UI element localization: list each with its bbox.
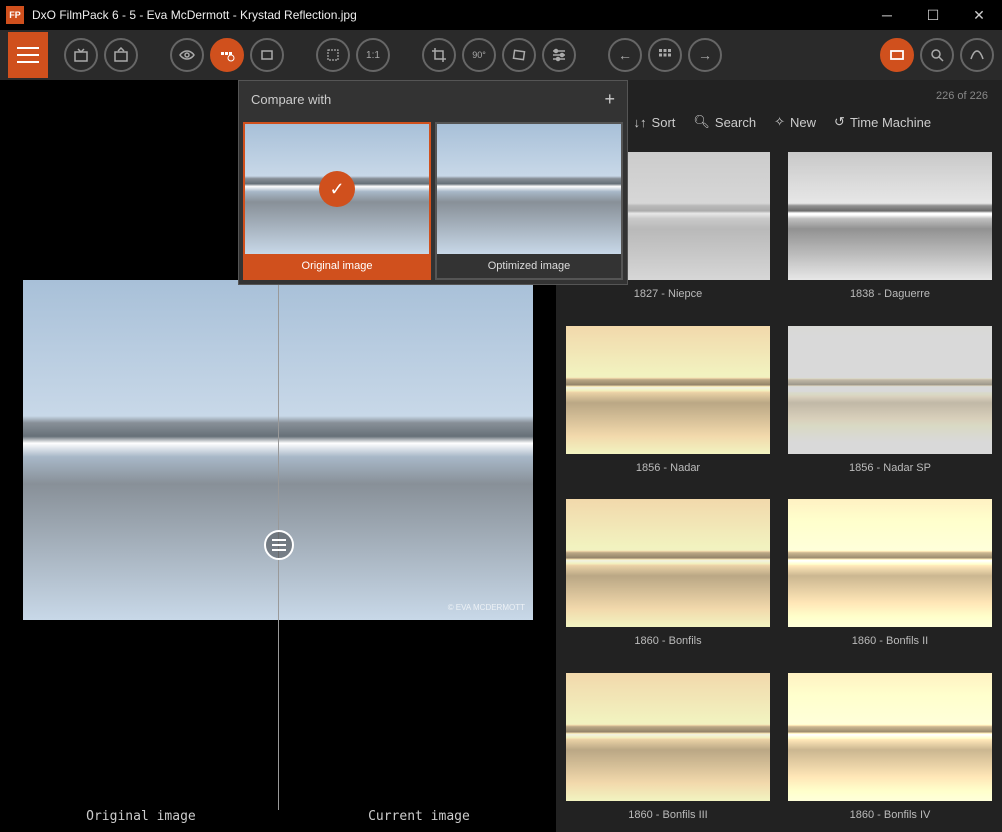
new-button[interactable]: ✧ New [774, 114, 816, 130]
preset-thumbnail [788, 499, 992, 627]
grid-view-icon[interactable] [648, 38, 682, 72]
fit-icon[interactable] [316, 38, 350, 72]
compare-panel: Compare with + ✓ Original image Optimize… [238, 80, 628, 285]
compare-thumb-optimized[interactable]: Optimized image [435, 122, 623, 280]
preset-item[interactable]: 1860 - Bonfils III [566, 673, 770, 823]
menu-button[interactable] [8, 32, 48, 78]
add-comparison-icon[interactable]: + [604, 89, 615, 110]
eye-icon[interactable] [170, 38, 204, 72]
split-handle-icon[interactable] [264, 530, 294, 560]
maximize-button[interactable]: ☐ [910, 0, 956, 30]
preset-thumbnail [788, 673, 992, 801]
left-image-label: Original image [86, 809, 196, 824]
compare-thumb-original[interactable]: ✓ Original image [243, 122, 431, 280]
compare-thumbs: ✓ Original image Optimized image [239, 118, 627, 284]
crop-icon[interactable] [422, 38, 456, 72]
watermark: © EVA MCDERMOTT [448, 603, 525, 612]
compare-title: Compare with [251, 92, 331, 107]
compare-thumb-label: Optimized image [437, 254, 621, 278]
history-icon: ↺ [834, 114, 845, 130]
minimize-button[interactable]: ─ [864, 0, 910, 30]
preset-item[interactable]: 1856 - Nadar SP [788, 326, 992, 476]
sort-icon: ↓↑ [634, 115, 647, 130]
preset-item[interactable]: 1860 - Bonfils [566, 499, 770, 649]
preset-label: 1827 - Niepce [566, 288, 770, 300]
preset-label: 1838 - Daguerre [788, 288, 992, 300]
preset-thumbnail [566, 499, 770, 627]
preset-thumbnail [566, 673, 770, 801]
app-icon: FP [6, 6, 24, 24]
preset-thumbnail [566, 326, 770, 454]
preset-thumbnail [788, 326, 992, 454]
search-icon: 🔍︎ [693, 114, 710, 130]
preset-item[interactable]: 1838 - Daguerre [788, 152, 992, 302]
preset-item[interactable]: 1860 - Bonfils IV [788, 673, 992, 823]
search-button[interactable]: 🔍︎ Search [693, 114, 756, 130]
preset-label: 1856 - Nadar SP [788, 462, 992, 474]
window-title: DxO FilmPack 6 - 5 - Eva McDermott - Kry… [32, 8, 864, 22]
sort-button[interactable]: ↓↑ Sort [634, 115, 676, 130]
time-machine-button[interactable]: ↺ Time Machine [834, 114, 931, 130]
loupe-icon[interactable] [920, 38, 954, 72]
preset-label: 1860 - Bonfils IV [788, 809, 992, 821]
single-view-icon[interactable] [250, 38, 284, 72]
preset-thumbnail [788, 152, 992, 280]
preset-label: 1860 - Bonfils III [566, 809, 770, 821]
preset-item[interactable]: 1860 - Bonfils II [788, 499, 992, 649]
straighten-icon[interactable] [502, 38, 536, 72]
export-icon[interactable] [104, 38, 138, 72]
titlebar: FP DxO FilmPack 6 - 5 - Eva McDermott - … [0, 0, 1002, 30]
zoom-1-1-icon[interactable]: 1:1 [356, 38, 390, 72]
sliders-icon[interactable] [542, 38, 576, 72]
next-button[interactable]: → [688, 38, 722, 72]
prev-button[interactable]: ← [608, 38, 642, 72]
import-icon[interactable] [64, 38, 98, 72]
sparkle-icon: ✧ [774, 114, 785, 130]
right-image-label: Current image [368, 809, 470, 824]
compare-icon[interactable] [210, 38, 244, 72]
preset-label: 1860 - Bonfils II [788, 635, 992, 647]
presets-panel-icon[interactable] [880, 38, 914, 72]
close-button[interactable]: ✕ [956, 0, 1002, 30]
main-image[interactable]: © EVA MCDERMOTT [23, 280, 533, 620]
preset-label: 1856 - Nadar [566, 462, 770, 474]
rotate-icon[interactable]: 90° [462, 38, 496, 72]
compare-thumb-label: Original image [245, 254, 429, 278]
toolbar: 1:1 90° ← → [0, 30, 1002, 80]
check-icon: ✓ [319, 171, 355, 207]
histogram-icon[interactable] [960, 38, 994, 72]
preset-label: 1860 - Bonfils [566, 635, 770, 647]
split-divider[interactable] [278, 280, 279, 810]
viewer-area: Compare with + ✓ Original image Optimize… [0, 80, 556, 832]
preset-item[interactable]: 1856 - Nadar [566, 326, 770, 476]
